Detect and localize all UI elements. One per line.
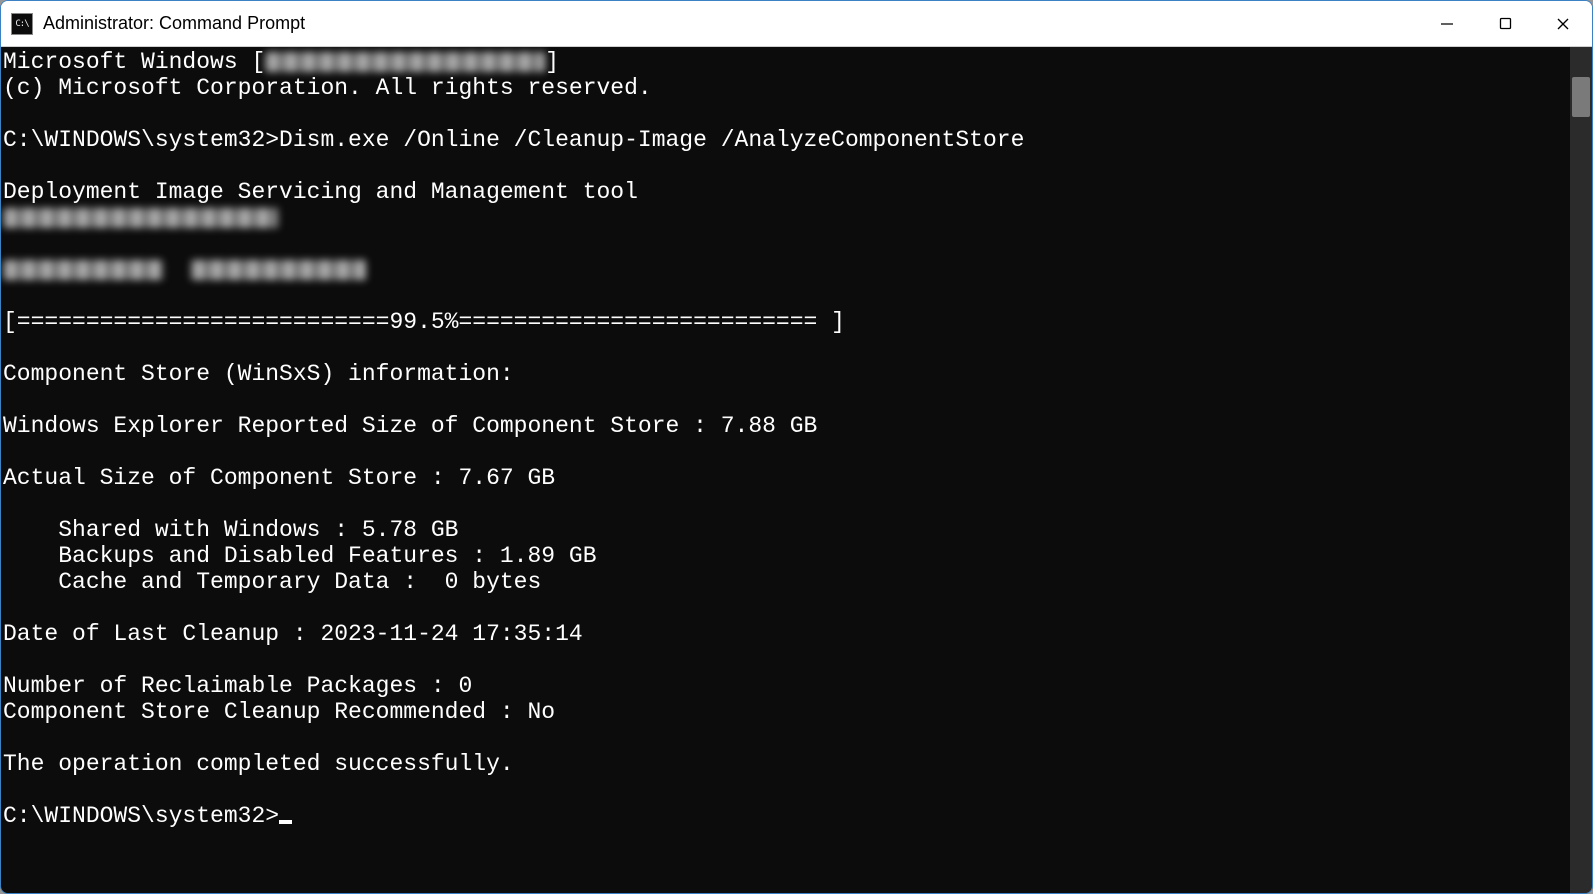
- prompt-1: C:\WINDOWS\system32>: [3, 127, 279, 153]
- reclaimable-line: Number of Reclaimable Packages : 0: [3, 673, 472, 699]
- maximize-button[interactable]: [1476, 1, 1534, 46]
- tool-name-line: Deployment Image Servicing and Managemen…: [3, 179, 638, 205]
- banner-suffix: ]: [545, 49, 559, 75]
- close-button[interactable]: [1534, 1, 1592, 46]
- command-1: Dism.exe /Online /Cleanup-Image /Analyze…: [279, 127, 1024, 153]
- command-prompt-window: C:\ Administrator: Command Prompt Micros…: [0, 0, 1593, 894]
- redacted-line-1: [3, 208, 278, 228]
- window-title: Administrator: Command Prompt: [43, 13, 305, 34]
- cmd-icon: C:\: [11, 13, 33, 35]
- shared-line: Shared with Windows : 5.78 GB: [3, 517, 458, 543]
- actual-size-line: Actual Size of Component Store : 7.67 GB: [3, 465, 555, 491]
- cursor: [279, 820, 292, 824]
- redacted-line-2a: [3, 260, 163, 280]
- info-header: Component Store (WinSxS) information:: [3, 361, 514, 387]
- success-line: The operation completed successfully.: [3, 751, 514, 777]
- redacted-version: [265, 52, 545, 72]
- cache-line: Cache and Temporary Data : 0 bytes: [3, 569, 541, 595]
- scrollbar-thumb[interactable]: [1572, 77, 1590, 117]
- minimize-button[interactable]: [1418, 1, 1476, 46]
- prompt-2: C:\WINDOWS\system32>: [3, 803, 279, 829]
- redacted-line-2b: [191, 260, 366, 280]
- banner-prefix: Microsoft Windows [: [3, 49, 265, 75]
- console-wrap: Microsoft Windows [] (c) Microsoft Corpo…: [1, 47, 1592, 893]
- titlebar[interactable]: C:\ Administrator: Command Prompt: [1, 1, 1592, 47]
- copyright-line: (c) Microsoft Corporation. All rights re…: [3, 75, 652, 101]
- reported-size-line: Windows Explorer Reported Size of Compon…: [3, 413, 817, 439]
- backups-line: Backups and Disabled Features : 1.89 GB: [3, 543, 597, 569]
- cleanup-rec-line: Component Store Cleanup Recommended : No: [3, 699, 555, 725]
- vertical-scrollbar[interactable]: [1570, 47, 1592, 893]
- progress-bar: [===========================99.5%=======…: [3, 309, 845, 335]
- last-cleanup-line: Date of Last Cleanup : 2023-11-24 17:35:…: [3, 621, 583, 647]
- window-controls: [1418, 1, 1592, 46]
- console-output[interactable]: Microsoft Windows [] (c) Microsoft Corpo…: [1, 47, 1570, 893]
